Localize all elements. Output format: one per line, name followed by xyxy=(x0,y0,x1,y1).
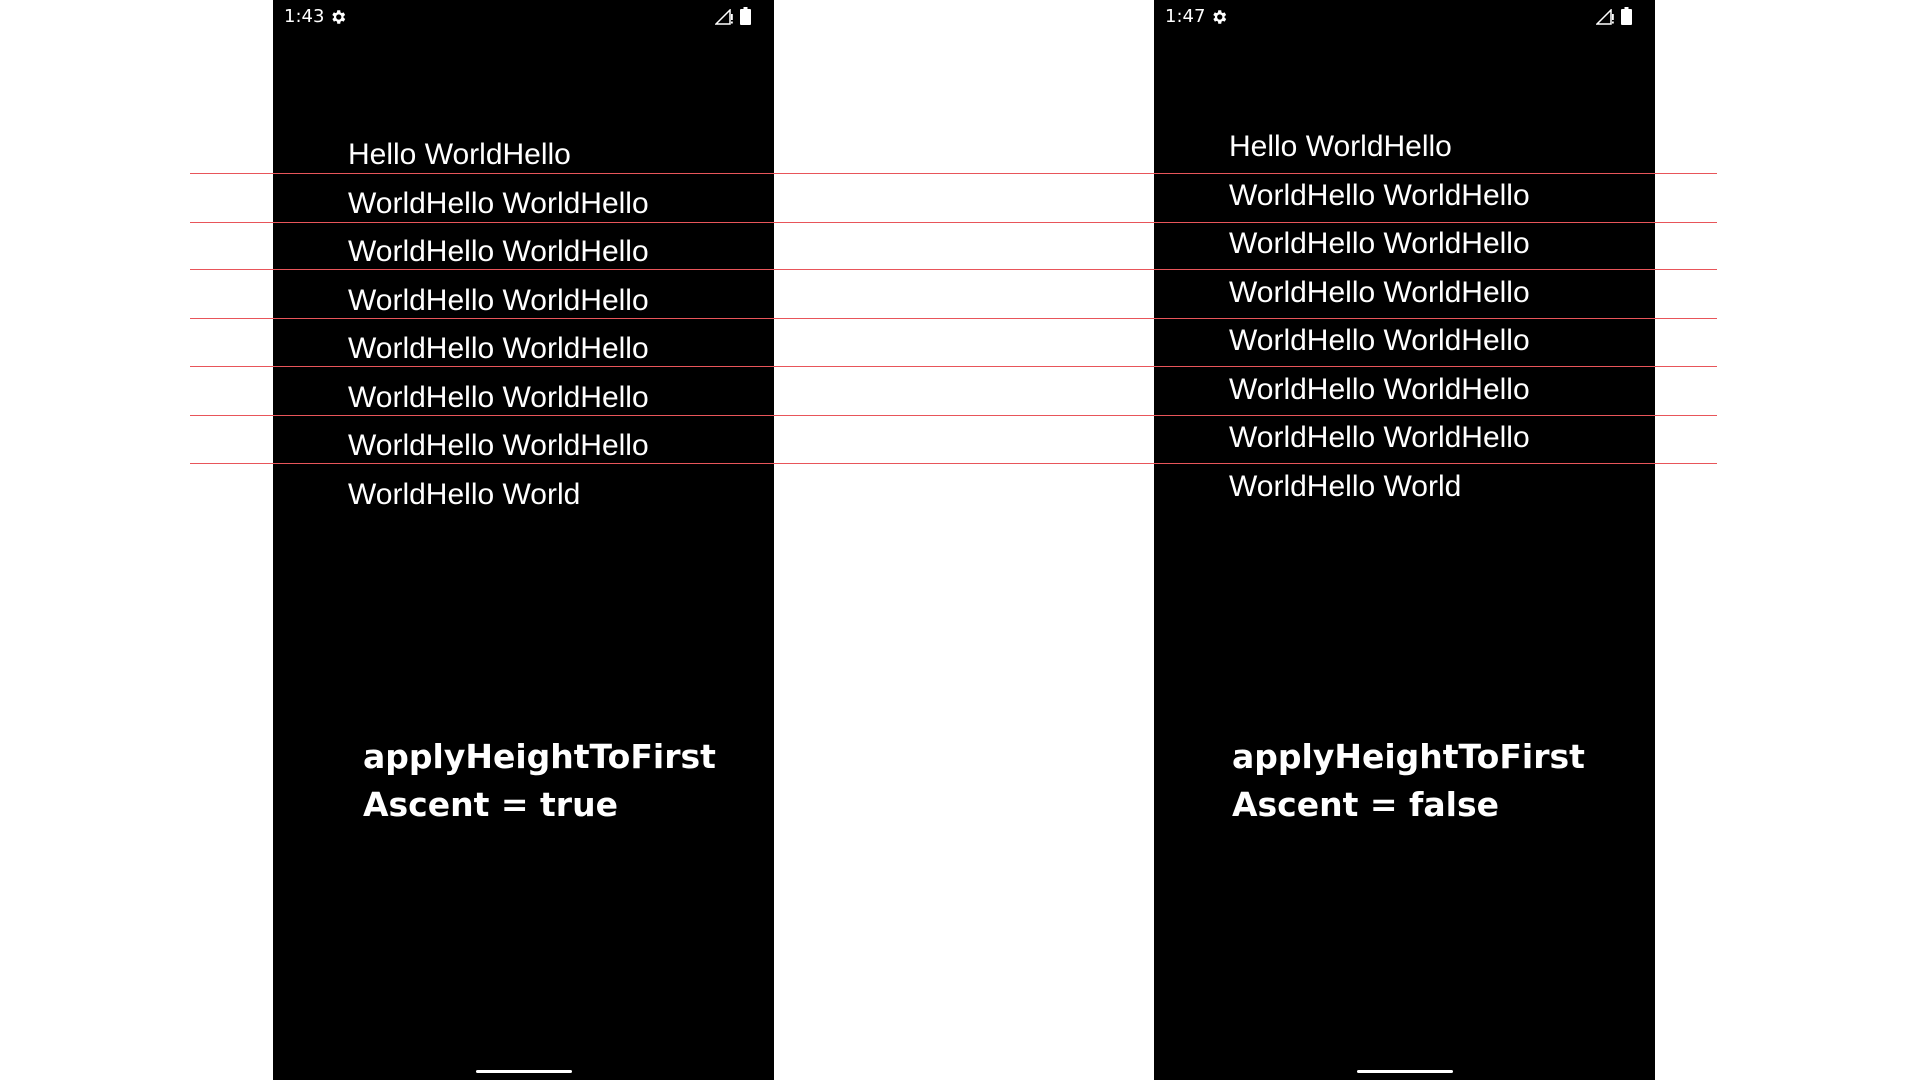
baseline-guide-line xyxy=(190,269,1717,270)
text-line: WorldHello WorldHello xyxy=(348,283,649,317)
text-line: WorldHello World xyxy=(1229,469,1462,503)
signal-icon xyxy=(1596,9,1614,25)
baseline-guide-line xyxy=(190,318,1717,319)
caption: applyHeightToFirst Ascent = true xyxy=(363,733,716,829)
caption: applyHeightToFirst Ascent = false xyxy=(1232,733,1585,829)
text-line: WorldHello World xyxy=(348,477,581,511)
text-line: Hello WorldHello xyxy=(1229,130,1452,163)
battery-icon xyxy=(740,7,751,25)
home-indicator[interactable] xyxy=(1356,1070,1453,1073)
status-bar: 1:43 xyxy=(273,0,774,34)
status-time: 1:47 xyxy=(1165,6,1206,27)
text-line: WorldHello WorldHello xyxy=(348,332,649,365)
caption-line: applyHeightToFirst xyxy=(363,737,716,776)
phone-screen-right: 1:47 Hello WorldHello WorldHello WorldHe… xyxy=(1154,0,1655,1080)
text-line: WorldHello WorldHello xyxy=(1229,275,1530,309)
text-line: WorldHello WorldHello xyxy=(348,380,649,414)
text-line: WorldHello WorldHello xyxy=(1229,372,1530,406)
text-line: WorldHello WorldHello xyxy=(348,429,649,462)
gear-icon xyxy=(1213,10,1227,24)
sample-text: Hello WorldHello WorldHello WorldHello W… xyxy=(1229,130,1530,518)
status-bar: 1:47 xyxy=(1154,0,1655,34)
gear-icon xyxy=(332,10,346,24)
text-line: WorldHello WorldHello xyxy=(348,186,649,220)
baseline-guide-line xyxy=(190,173,1717,174)
status-time: 1:43 xyxy=(284,6,325,27)
caption-line: Ascent = true xyxy=(363,785,618,824)
phone-screen-left: 1:43 Hello WorldHello WorldHello WorldHe… xyxy=(273,0,774,1080)
text-line: WorldHello WorldHello xyxy=(1229,178,1530,212)
caption-line: Ascent = false xyxy=(1232,785,1499,824)
baseline-guide-line xyxy=(190,366,1717,367)
sample-text: Hello WorldHello WorldHello WorldHello W… xyxy=(348,138,649,526)
text-line: Hello WorldHello xyxy=(348,138,571,171)
baseline-guide-line xyxy=(190,463,1717,464)
baseline-guide-line xyxy=(190,415,1717,416)
caption-line: applyHeightToFirst xyxy=(1232,737,1585,776)
battery-icon xyxy=(1621,7,1632,25)
text-line: WorldHello WorldHello xyxy=(348,235,649,268)
home-indicator[interactable] xyxy=(475,1070,572,1073)
signal-icon xyxy=(715,9,733,25)
baseline-guide-line xyxy=(190,222,1717,223)
